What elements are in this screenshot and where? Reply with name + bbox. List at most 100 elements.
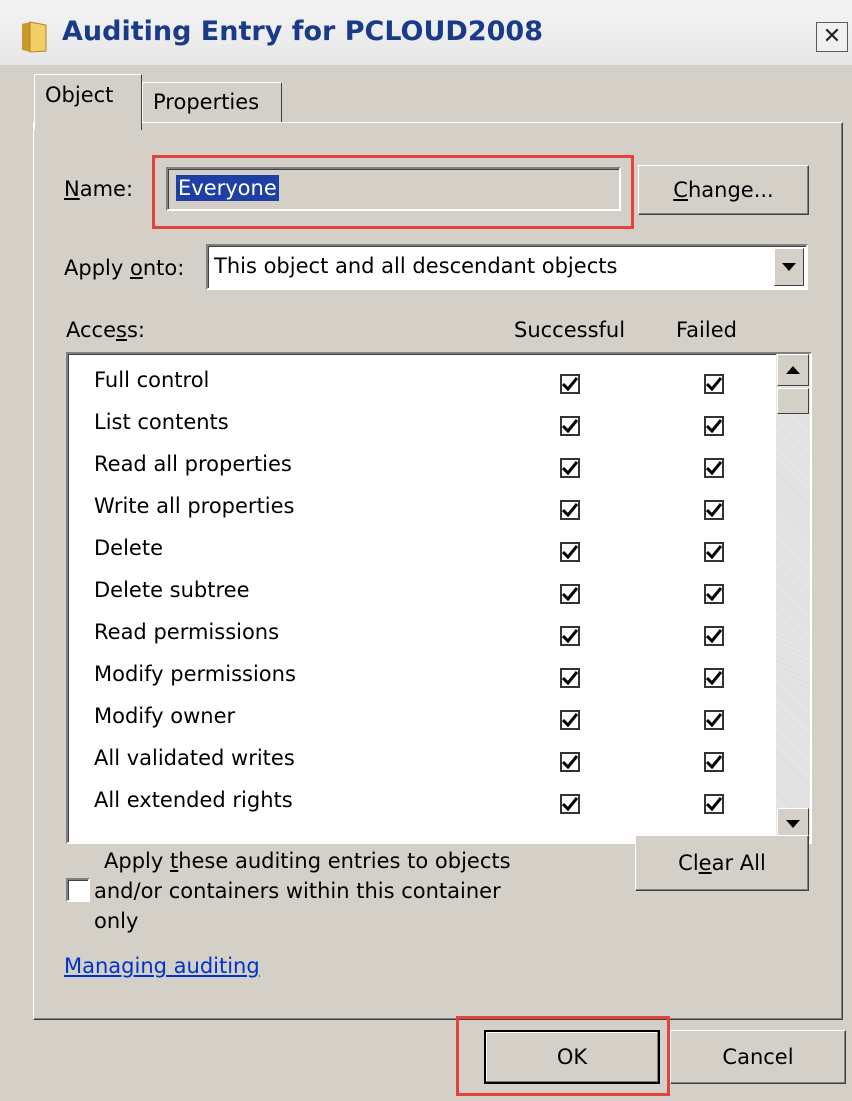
successful-checkbox[interactable] bbox=[560, 542, 580, 562]
checkmark-icon bbox=[562, 671, 578, 685]
failed-checkbox[interactable] bbox=[704, 584, 724, 604]
arrow-up-icon bbox=[786, 366, 800, 374]
checkmark-icon bbox=[706, 503, 722, 517]
access-row-label: All validated writes bbox=[94, 746, 295, 770]
apply-container-only-checkbox[interactable] bbox=[66, 878, 90, 902]
chevron-down-icon bbox=[782, 263, 796, 271]
access-row: Delete subtree bbox=[68, 572, 772, 614]
close-icon: ✕ bbox=[822, 24, 842, 49]
access-row: Modify permissions bbox=[68, 656, 772, 698]
checkmark-icon bbox=[562, 629, 578, 643]
access-row-label: All extended rights bbox=[94, 788, 293, 812]
clear-all-label: Clear All bbox=[678, 851, 766, 875]
access-row-label: Write all properties bbox=[94, 494, 295, 518]
successful-checkbox[interactable] bbox=[560, 584, 580, 604]
checkmark-icon bbox=[706, 587, 722, 601]
checkmark-icon bbox=[562, 461, 578, 475]
checkmark-icon bbox=[562, 419, 578, 433]
checkmark-icon bbox=[562, 755, 578, 769]
access-row: Write all properties bbox=[68, 488, 772, 530]
arrow-down-icon bbox=[786, 820, 800, 828]
access-row: All validated writes bbox=[68, 740, 772, 782]
successful-checkbox[interactable] bbox=[560, 416, 580, 436]
successful-column-header: Successful bbox=[514, 318, 626, 342]
checkmark-icon bbox=[562, 377, 578, 391]
failed-checkbox[interactable] bbox=[704, 416, 724, 436]
tab-properties-label: Properties bbox=[153, 90, 260, 114]
failed-column-header: Failed bbox=[676, 318, 737, 342]
successful-checkbox[interactable] bbox=[560, 794, 580, 814]
scroll-up-button[interactable] bbox=[777, 354, 809, 386]
successful-checkbox[interactable] bbox=[560, 500, 580, 520]
access-row-label: Modify owner bbox=[94, 704, 236, 728]
apply-onto-dropdown[interactable]: This object and all descendant objects bbox=[206, 244, 808, 290]
successful-checkbox[interactable] bbox=[560, 374, 580, 394]
checkmark-icon bbox=[706, 461, 722, 475]
checkmark-icon bbox=[706, 419, 722, 433]
checkmark-icon bbox=[706, 545, 722, 559]
checkmark-icon bbox=[706, 377, 722, 391]
tab-object-label: Object bbox=[45, 83, 114, 107]
access-row: Full control bbox=[68, 362, 772, 404]
access-row: Modify owner bbox=[68, 698, 772, 740]
change-button[interactable]: Change... bbox=[638, 165, 809, 215]
access-label: Access: bbox=[66, 318, 145, 342]
tab-object[interactable]: Object bbox=[34, 74, 142, 130]
title-bar: Auditing Entry for PCLOUD2008 ✕ bbox=[0, 0, 852, 66]
access-row: Read all properties bbox=[68, 446, 772, 488]
access-row: List contents bbox=[68, 404, 772, 446]
scroll-thumb[interactable] bbox=[777, 388, 809, 414]
checkmark-icon bbox=[706, 629, 722, 643]
successful-checkbox[interactable] bbox=[560, 668, 580, 688]
failed-checkbox[interactable] bbox=[704, 626, 724, 646]
name-highlight-box bbox=[152, 155, 634, 229]
access-row: Delete bbox=[68, 530, 772, 572]
checkmark-icon bbox=[562, 797, 578, 811]
managing-auditing-link[interactable]: Managing auditing bbox=[64, 954, 260, 978]
failed-checkbox[interactable] bbox=[704, 542, 724, 562]
folder-icon bbox=[20, 20, 48, 54]
access-row-label: Full control bbox=[94, 368, 210, 392]
successful-checkbox[interactable] bbox=[560, 710, 580, 730]
ok-highlight-box bbox=[456, 1016, 670, 1096]
tab-properties[interactable]: Properties bbox=[142, 82, 282, 124]
access-row-label: Read all properties bbox=[94, 452, 292, 476]
apply-onto-value: This object and all descendant objects bbox=[214, 254, 618, 278]
successful-checkbox[interactable] bbox=[560, 458, 580, 478]
checkmark-icon bbox=[562, 713, 578, 727]
apply-container-only-label: Apply these auditing entries to objects … bbox=[94, 849, 511, 933]
checkmark-icon bbox=[706, 755, 722, 769]
failed-checkbox[interactable] bbox=[704, 374, 724, 394]
checkmark-icon bbox=[562, 503, 578, 517]
failed-checkbox[interactable] bbox=[704, 752, 724, 772]
cancel-button[interactable]: Cancel bbox=[670, 1030, 846, 1084]
checkmark-icon bbox=[706, 713, 722, 727]
failed-checkbox[interactable] bbox=[704, 458, 724, 478]
checkmark-icon bbox=[562, 587, 578, 601]
access-list[interactable]: Full control List contents Read all proper… bbox=[66, 352, 812, 844]
access-row-label: Modify permissions bbox=[94, 662, 296, 686]
apply-onto-label: Apply onto: bbox=[64, 256, 185, 280]
checkmark-icon bbox=[562, 545, 578, 559]
clear-all-button[interactable]: Clear All bbox=[635, 835, 809, 891]
failed-checkbox[interactable] bbox=[704, 794, 724, 814]
successful-checkbox[interactable] bbox=[560, 752, 580, 772]
change-button-label: Change... bbox=[673, 178, 774, 202]
dropdown-button[interactable] bbox=[774, 248, 804, 286]
successful-checkbox[interactable] bbox=[560, 626, 580, 646]
checkmark-icon bbox=[706, 671, 722, 685]
checkmark-icon bbox=[706, 797, 722, 811]
name-label: Name: bbox=[64, 177, 134, 201]
cancel-button-label: Cancel bbox=[722, 1045, 794, 1069]
access-row: Read permissions bbox=[68, 614, 772, 656]
access-row-label: Delete subtree bbox=[94, 578, 250, 602]
window-title: Auditing Entry for PCLOUD2008 bbox=[62, 16, 543, 47]
failed-checkbox[interactable] bbox=[704, 668, 724, 688]
access-row-label: List contents bbox=[94, 410, 229, 434]
access-row: All extended rights bbox=[68, 782, 772, 824]
failed-checkbox[interactable] bbox=[704, 500, 724, 520]
access-row-label: Delete bbox=[94, 536, 163, 560]
failed-checkbox[interactable] bbox=[704, 710, 724, 730]
vertical-scrollbar[interactable] bbox=[776, 354, 810, 842]
close-button[interactable]: ✕ bbox=[816, 22, 848, 52]
